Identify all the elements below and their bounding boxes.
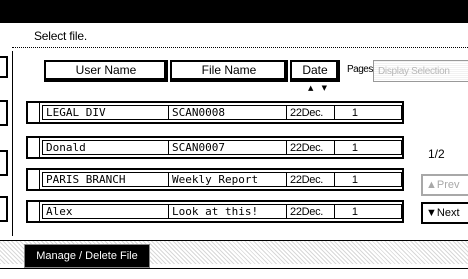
row-tail xyxy=(362,105,402,120)
row-select-marker xyxy=(28,170,40,189)
file-name-cell: SCAN0007 xyxy=(168,140,287,155)
file-name-cell: Weekly Report xyxy=(168,172,287,187)
page-indicator: 1/2 xyxy=(428,147,445,161)
file-row[interactable]: Donald SCAN0007 22Dec. 1 xyxy=(26,136,404,159)
row-tail xyxy=(362,172,402,187)
prev-page-button[interactable]: ▲Prev xyxy=(421,174,468,196)
file-name-cell: Look at this! xyxy=(168,204,287,219)
left-edge-tab xyxy=(0,100,8,126)
file-row[interactable]: Alex Look at this! 22Dec. 1 xyxy=(26,200,404,223)
top-bar xyxy=(0,0,468,23)
pages-cell: 1 xyxy=(334,105,363,120)
row-select-marker xyxy=(28,103,40,122)
sort-order-indicator: ▲ ▼ xyxy=(308,84,330,92)
divider xyxy=(12,47,468,48)
date-cell: 22Dec. xyxy=(286,204,335,219)
date-cell: 22Dec. xyxy=(286,140,335,155)
pages-cell: 1 xyxy=(334,172,363,187)
row-tail xyxy=(362,204,402,219)
next-page-button[interactable]: ▼Next xyxy=(421,202,468,224)
sort-file-name-button[interactable]: File Name xyxy=(170,60,288,82)
left-edge-tab xyxy=(0,196,8,222)
row-tail xyxy=(362,140,402,155)
user-name-header-label: User Name xyxy=(75,63,137,77)
pages-header: Pages xyxy=(347,64,373,75)
manage-delete-file-button[interactable]: Manage / Delete File xyxy=(25,245,149,267)
user-name-cell: PARIS BRANCH xyxy=(42,172,169,187)
file-row[interactable]: LEGAL DIV SCAN0008 22Dec. 1 xyxy=(26,101,404,124)
sort-date-button[interactable]: Date xyxy=(290,60,340,82)
user-name-cell: Alex xyxy=(42,204,169,219)
file-name-cell: SCAN0008 xyxy=(168,105,287,120)
pages-cell: 1 xyxy=(334,204,363,219)
display-selection-button[interactable]: Display Selection xyxy=(373,60,468,82)
file-name-header-label: File Name xyxy=(201,63,257,77)
pages-cell: 1 xyxy=(334,140,363,155)
sort-user-name-button[interactable]: User Name xyxy=(44,60,168,82)
prompt-text: Select file. xyxy=(34,29,87,43)
row-select-marker xyxy=(28,138,40,157)
left-edge-tab xyxy=(0,150,8,176)
date-cell: 22Dec. xyxy=(286,105,335,120)
row-select-marker xyxy=(28,202,40,221)
left-edge-tab xyxy=(0,56,8,78)
date-cell: 22Dec. xyxy=(286,172,335,187)
bottom-edge xyxy=(0,268,468,279)
date-header-label: Date xyxy=(302,63,328,77)
user-name-cell: LEGAL DIV xyxy=(42,105,169,120)
file-row[interactable]: PARIS BRANCH Weekly Report 22Dec. 1 xyxy=(26,168,404,191)
user-name-cell: Donald xyxy=(42,140,169,155)
